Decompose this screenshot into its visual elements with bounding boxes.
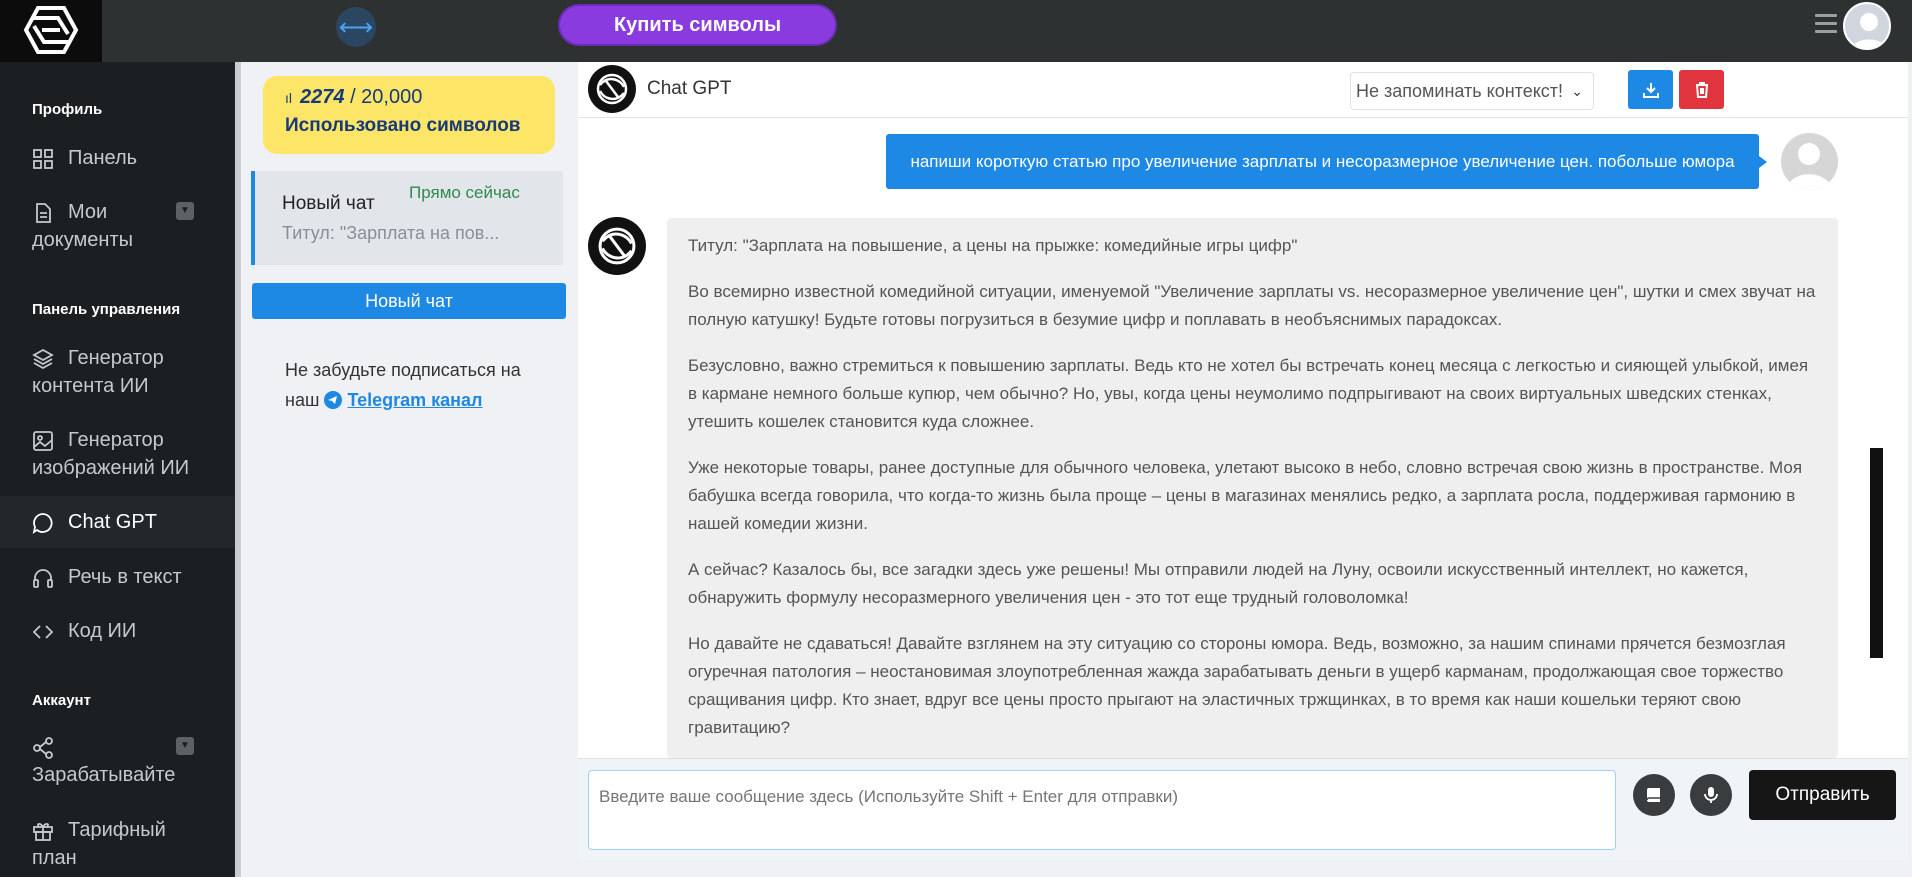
- user-message: напиши короткую статью про увеличение за…: [886, 134, 1767, 189]
- bot-message: Титул: "Зарплата на повышение, а цены на…: [667, 218, 1838, 758]
- sidebar-item-label: Тарифный: [68, 819, 166, 841]
- book-icon: [1646, 788, 1660, 802]
- bot-avatar-icon: [588, 217, 646, 275]
- download-button[interactable]: [1628, 70, 1673, 109]
- context-select-value: Не запоминать контекст!: [1356, 81, 1564, 101]
- bot-paragraph: Титул: "Зарплата на повышение, а цены на…: [688, 236, 1298, 255]
- usage-used: 2274: [300, 86, 345, 108]
- bot-paragraph: Но давайте не сдаваться! Давайте взгляне…: [688, 634, 1786, 737]
- sidebar-item-my-documents[interactable]: Мои документы ▼: [0, 198, 235, 256]
- delete-button[interactable]: [1679, 70, 1724, 109]
- sidebar-item-label: Мои: [68, 201, 108, 223]
- microphone-button[interactable]: [1690, 774, 1732, 816]
- sidebar-item-label: Генератор: [68, 429, 164, 451]
- section-control-panel: Панель управления: [32, 301, 181, 318]
- sidebar-item-label: Генератор: [68, 347, 164, 369]
- download-icon: [1642, 82, 1659, 98]
- telegram-note: Не забудьте подписаться на наш Telegram …: [285, 355, 555, 415]
- sidebar-item-label: Код ИИ: [68, 620, 137, 642]
- sidebar-item-chat-gpt[interactable]: Chat GPT: [0, 496, 235, 548]
- bar-chart-icon: ıl: [285, 89, 292, 106]
- section-profile: Профиль: [32, 101, 103, 118]
- share-icon: [33, 737, 53, 759]
- prompt-library-button[interactable]: [1633, 774, 1675, 816]
- chat-title: Chat GPT: [647, 78, 732, 99]
- headphones-icon: [33, 569, 53, 588]
- sidebar-item-image-generator[interactable]: Генератор изображений ИИ: [0, 426, 235, 484]
- grid-icon: [33, 149, 53, 169]
- send-button[interactable]: Отправить: [1749, 770, 1896, 820]
- user-avatar[interactable]: [1843, 2, 1891, 50]
- menu-icon[interactable]: [1815, 14, 1837, 34]
- message-input[interactable]: [588, 770, 1616, 850]
- gift-icon: [33, 823, 53, 841]
- chat-item-time: Прямо сейчас: [409, 183, 520, 202]
- chevron-down-icon: ⌄: [1571, 83, 1583, 99]
- sidebar-item-tariff[interactable]: Тарифный план: [0, 816, 235, 874]
- layers-icon: [32, 348, 54, 370]
- sidebar-item-label: Зарабатывайте: [32, 764, 176, 786]
- sidebar-item-label-2: документы: [32, 229, 133, 251]
- chat-item-preview: Титул: "Зарплата на пов...: [282, 223, 500, 243]
- usage-card: ıl 2274 / 20,000 Использовано символов: [263, 76, 555, 154]
- user-icon: [1787, 143, 1832, 190]
- sidebar-item-earn[interactable]: Зарабатывайте ▼: [0, 733, 235, 791]
- sidebar-item-label-2: план: [32, 847, 77, 869]
- sidebar-item-label: Речь в текст: [68, 566, 182, 588]
- trash-icon: [1695, 81, 1708, 98]
- chevron-down-icon[interactable]: ▼: [176, 737, 194, 755]
- new-chat-button[interactable]: Новый чат: [252, 283, 566, 319]
- logo-icon: [23, 6, 79, 54]
- bot-paragraph: А сейчас? Казалось бы, все загадки здесь…: [688, 560, 1749, 607]
- sidebar-item-speech-to-text[interactable]: Речь в текст: [0, 563, 235, 593]
- sidebar-item-label: Панель: [68, 147, 138, 169]
- telegram-icon: [324, 391, 343, 409]
- sidebar-item-label: Chat GPT: [68, 511, 157, 533]
- sidebar-item-content-generator[interactable]: Генератор контента ИИ: [0, 344, 235, 402]
- sidebar-item-label-2: контента ИИ: [32, 375, 149, 397]
- chatgpt-logo-icon: [588, 65, 636, 113]
- chat-bubble-icon: [32, 513, 53, 534]
- chevron-down-icon[interactable]: ▼: [176, 202, 194, 220]
- chat-scrollbar-thumb[interactable]: [1870, 448, 1883, 658]
- sidebar-item-label-2: изображений ИИ: [32, 457, 190, 479]
- top-bar: [0, 0, 1912, 62]
- microphone-icon: [1704, 787, 1718, 803]
- chat-item-title: Новый чат: [282, 193, 375, 214]
- image-icon: [33, 431, 53, 451]
- sidebar-item-panel[interactable]: Панель: [0, 144, 235, 174]
- usage-total: / 20,000: [350, 86, 423, 108]
- bot-paragraph: Уже некоторые товары, ранее доступные дл…: [688, 458, 1803, 533]
- section-account: Аккаунт: [32, 692, 91, 709]
- buy-symbols-button[interactable]: Купить символы: [560, 6, 835, 44]
- document-icon: [36, 203, 51, 223]
- code-icon: [32, 625, 54, 639]
- context-select[interactable]: Не запоминать контекст! ⌄: [1350, 72, 1594, 110]
- sidebar-toggle-icon[interactable]: ⟷: [336, 7, 376, 47]
- user-message-avatar: [1781, 133, 1838, 190]
- sidebar-item-ai-code[interactable]: Код ИИ: [0, 617, 235, 647]
- bot-paragraph: Во всемирно известной комедийной ситуаци…: [688, 282, 1816, 329]
- brand-logo[interactable]: [0, 0, 102, 62]
- chat-list-item[interactable]: Новый чат Прямо сейчас Титул: "Зарплата …: [251, 171, 563, 265]
- usage-label: Использовано символов: [285, 115, 521, 136]
- telegram-link[interactable]: Telegram канал: [347, 390, 482, 410]
- bot-paragraph: Безусловно, важно стремиться к повышению…: [688, 356, 1809, 431]
